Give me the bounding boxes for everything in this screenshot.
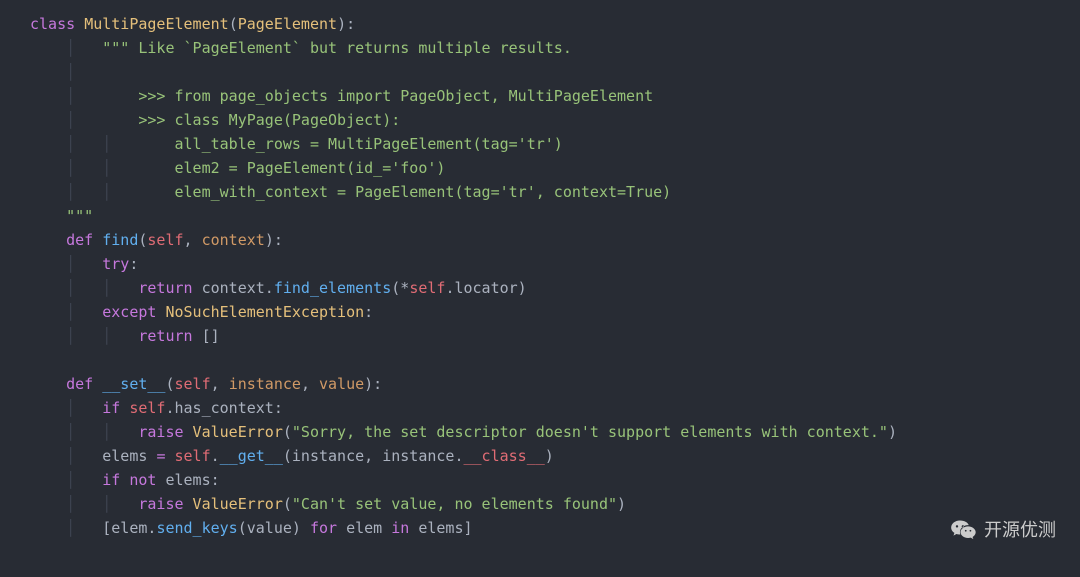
class-name: MultiPageElement <box>84 15 229 33</box>
code-editor[interactable]: class MultiPageElement(PageElement): │ "… <box>30 12 1080 540</box>
code-line: │ try: <box>30 252 1080 276</box>
code-line: """ <box>30 204 1080 228</box>
code-line: │ >>> class MyPage(PageObject): <box>30 108 1080 132</box>
code-line: │ │ return [] <box>30 324 1080 348</box>
code-line: class MultiPageElement(PageElement): <box>30 12 1080 36</box>
wechat-icon <box>950 517 978 545</box>
code-line: def find(self, context): <box>30 228 1080 252</box>
docstring-close: """ <box>66 207 93 225</box>
code-line: │ │ elem_with_context = PageElement(tag=… <box>30 180 1080 204</box>
code-line: │ >>> from page_objects import PageObjec… <box>30 84 1080 108</box>
code-line: │ if not elems: <box>30 468 1080 492</box>
code-line: │ if self.has_context: <box>30 396 1080 420</box>
code-line: │ │ elem2 = PageElement(id_='foo') <box>30 156 1080 180</box>
watermark-text: 开源优测 <box>984 516 1056 545</box>
code-line: │ │ all_table_rows = MultiPageElement(ta… <box>30 132 1080 156</box>
code-line: │ │ raise ValueError("Sorry, the set des… <box>30 420 1080 444</box>
code-line: │ """ Like `PageElement` but returns mul… <box>30 36 1080 60</box>
keyword-def: def <box>66 375 93 393</box>
code-line: def __set__(self, instance, value): <box>30 372 1080 396</box>
keyword-class: class <box>30 15 75 33</box>
code-line: │ elems = self.__get__(instance, instanc… <box>30 444 1080 468</box>
keyword-def: def <box>66 231 93 249</box>
code-line: │ except NoSuchElementException: <box>30 300 1080 324</box>
function-name: find <box>102 231 138 249</box>
code-line: │ <box>30 60 1080 84</box>
code-line <box>30 348 1080 372</box>
parent-class: PageElement <box>238 15 337 33</box>
function-name: __set__ <box>102 375 165 393</box>
watermark: 开源优测 <box>950 516 1056 545</box>
code-line: │ │ raise ValueError("Can't set value, n… <box>30 492 1080 516</box>
code-line: │ [elem.send_keys(value) for elem in ele… <box>30 516 1080 540</box>
docstring-open: """ <box>102 39 138 57</box>
code-line: │ │ return context.find_elements(*self.l… <box>30 276 1080 300</box>
